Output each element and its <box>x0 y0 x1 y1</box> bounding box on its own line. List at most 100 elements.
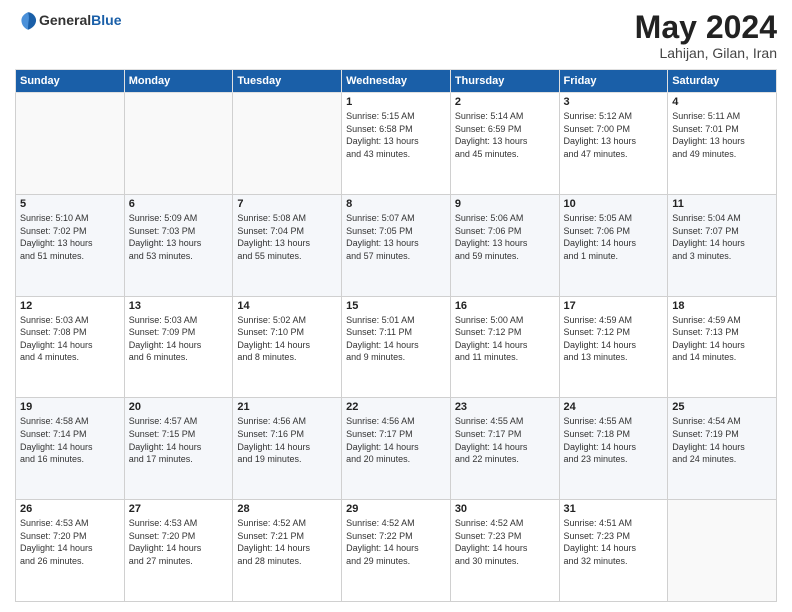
calendar-cell: 4 Sunrise: 5:11 AM Sunset: 7:01 PM Daylig… <box>668 93 777 195</box>
day-info: Sunrise: 4:54 AM Sunset: 7:19 PM Dayligh… <box>672 415 772 465</box>
header: GeneralBlue May 2024 Lahijan, Gilan, Ira… <box>15 10 777 61</box>
calendar-cell: 31Sunrise: 4:51 AM Sunset: 7:23 PM Dayli… <box>559 500 668 602</box>
calendar-cell: 13 Sunrise: 5:03 AM Sunset: 7:09 PM Dayli… <box>124 296 233 398</box>
day-info: Sunrise: 4:53 AM Sunset: 7:20 PM Dayligh… <box>20 517 120 567</box>
calendar-cell: 24Sunrise: 4:55 AM Sunset: 7:18 PM Dayli… <box>559 398 668 500</box>
calendar-cell: 22 Sunrise: 4:56 AM Sunset: 7:17 PM Dayli… <box>342 398 451 500</box>
day-number: 19 <box>20 401 120 413</box>
day-number: 8 <box>346 198 446 210</box>
day-info: Sunrise: 5:04 AM Sunset: 7:07 PM Dayligh… <box>672 212 772 262</box>
day-info: Sunrise: 4:56 AM Sunset: 7:17 PM Dayligh… <box>346 415 446 465</box>
day-info: Sunrise: 5:07 AM Sunset: 7:05 PM Dayligh… <box>346 212 446 262</box>
calendar-cell: 2 Sunrise: 5:14 AM Sunset: 6:59 PM Daylig… <box>450 93 559 195</box>
day-number: 22 <box>346 401 446 413</box>
day-info: Sunrise: 4:52 AM Sunset: 7:21 PM Dayligh… <box>237 517 337 567</box>
day-number: 18 <box>672 300 772 312</box>
day-number: 24 <box>564 401 664 413</box>
calendar-title: May 2024 <box>635 10 777 45</box>
calendar-table: SundayMondayTuesdayWednesdayThursdayFrid… <box>15 69 777 602</box>
day-number: 17 <box>564 300 664 312</box>
calendar-cell: 18Sunrise: 4:59 AM Sunset: 7:13 PM Dayli… <box>668 296 777 398</box>
calendar-cell: 17 Sunrise: 4:59 AM Sunset: 7:12 PM Dayli… <box>559 296 668 398</box>
day-info: Sunrise: 5:00 AM Sunset: 7:12 PM Dayligh… <box>455 314 555 364</box>
day-info: Sunrise: 5:15 AM Sunset: 6:58 PM Dayligh… <box>346 110 446 160</box>
calendar-cell: 23Sunrise: 4:55 AM Sunset: 7:17 PM Dayli… <box>450 398 559 500</box>
week-row-4: 26 Sunrise: 4:53 AM Sunset: 7:20 PM Dayli… <box>16 500 777 602</box>
day-info: Sunrise: 5:01 AM Sunset: 7:11 PM Dayligh… <box>346 314 446 364</box>
weekday-header-row: SundayMondayTuesdayWednesdayThursdayFrid… <box>16 70 777 93</box>
weekday-header-friday: Friday <box>559 70 668 93</box>
calendar-cell: 7 Sunrise: 5:08 AM Sunset: 7:04 PM Daylig… <box>233 194 342 296</box>
day-number: 7 <box>237 198 337 210</box>
day-info: Sunrise: 5:03 AM Sunset: 7:08 PM Dayligh… <box>20 314 120 364</box>
day-info: Sunrise: 5:05 AM Sunset: 7:06 PM Dayligh… <box>564 212 664 262</box>
calendar-cell: 29 Sunrise: 4:52 AM Sunset: 7:22 PM Dayli… <box>342 500 451 602</box>
day-number: 14 <box>237 300 337 312</box>
logo-blue-text: Blue <box>91 12 121 28</box>
day-number: 29 <box>346 503 446 515</box>
week-row-3: 19 Sunrise: 4:58 AM Sunset: 7:14 PM Dayli… <box>16 398 777 500</box>
day-info: Sunrise: 5:12 AM Sunset: 7:00 PM Dayligh… <box>564 110 664 160</box>
weekday-header-thursday: Thursday <box>450 70 559 93</box>
day-number: 21 <box>237 401 337 413</box>
calendar-cell: 10 Sunrise: 5:05 AM Sunset: 7:06 PM Dayli… <box>559 194 668 296</box>
day-number: 9 <box>455 198 555 210</box>
day-info: Sunrise: 5:02 AM Sunset: 7:10 PM Dayligh… <box>237 314 337 364</box>
day-info: Sunrise: 4:56 AM Sunset: 7:16 PM Dayligh… <box>237 415 337 465</box>
day-info: Sunrise: 4:51 AM Sunset: 7:23 PM Dayligh… <box>564 517 664 567</box>
day-number: 30 <box>455 503 555 515</box>
day-number: 13 <box>129 300 229 312</box>
day-number: 11 <box>672 198 772 210</box>
calendar-cell: 19 Sunrise: 4:58 AM Sunset: 7:14 PM Dayli… <box>16 398 125 500</box>
weekday-header-tuesday: Tuesday <box>233 70 342 93</box>
day-number: 6 <box>129 198 229 210</box>
day-info: Sunrise: 5:14 AM Sunset: 6:59 PM Dayligh… <box>455 110 555 160</box>
day-info: Sunrise: 5:08 AM Sunset: 7:04 PM Dayligh… <box>237 212 337 262</box>
calendar-cell: 9 Sunrise: 5:06 AM Sunset: 7:06 PM Daylig… <box>450 194 559 296</box>
day-info: Sunrise: 4:53 AM Sunset: 7:20 PM Dayligh… <box>129 517 229 567</box>
day-info: Sunrise: 5:03 AM Sunset: 7:09 PM Dayligh… <box>129 314 229 364</box>
calendar-cell: 25Sunrise: 4:54 AM Sunset: 7:19 PM Dayli… <box>668 398 777 500</box>
logo-icon <box>17 10 39 32</box>
weekday-header-monday: Monday <box>124 70 233 93</box>
weekday-header-saturday: Saturday <box>668 70 777 93</box>
day-number: 4 <box>672 96 772 108</box>
day-info: Sunrise: 4:57 AM Sunset: 7:15 PM Dayligh… <box>129 415 229 465</box>
day-info: Sunrise: 4:52 AM Sunset: 7:22 PM Dayligh… <box>346 517 446 567</box>
day-info: Sunrise: 4:52 AM Sunset: 7:23 PM Dayligh… <box>455 517 555 567</box>
day-info: Sunrise: 5:06 AM Sunset: 7:06 PM Dayligh… <box>455 212 555 262</box>
weekday-header-wednesday: Wednesday <box>342 70 451 93</box>
day-number: 5 <box>20 198 120 210</box>
day-number: 28 <box>237 503 337 515</box>
day-number: 23 <box>455 401 555 413</box>
day-number: 3 <box>564 96 664 108</box>
day-number: 15 <box>346 300 446 312</box>
calendar-cell: 21 Sunrise: 4:56 AM Sunset: 7:16 PM Dayli… <box>233 398 342 500</box>
day-number: 26 <box>20 503 120 515</box>
day-info: Sunrise: 5:09 AM Sunset: 7:03 PM Dayligh… <box>129 212 229 262</box>
calendar-cell: 16Sunrise: 5:00 AM Sunset: 7:12 PM Dayli… <box>450 296 559 398</box>
week-row-2: 12Sunrise: 5:03 AM Sunset: 7:08 PM Dayli… <box>16 296 777 398</box>
day-info: Sunrise: 5:10 AM Sunset: 7:02 PM Dayligh… <box>20 212 120 262</box>
day-info: Sunrise: 4:59 AM Sunset: 7:12 PM Dayligh… <box>564 314 664 364</box>
day-number: 20 <box>129 401 229 413</box>
calendar-cell <box>16 93 125 195</box>
calendar-cell: 5 Sunrise: 5:10 AM Sunset: 7:02 PM Daylig… <box>16 194 125 296</box>
day-number: 2 <box>455 96 555 108</box>
day-number: 1 <box>346 96 446 108</box>
calendar-cell: 28 Sunrise: 4:52 AM Sunset: 7:21 PM Dayli… <box>233 500 342 602</box>
calendar-cell <box>124 93 233 195</box>
calendar-cell: 12Sunrise: 5:03 AM Sunset: 7:08 PM Dayli… <box>16 296 125 398</box>
week-row-1: 5 Sunrise: 5:10 AM Sunset: 7:02 PM Daylig… <box>16 194 777 296</box>
day-number: 10 <box>564 198 664 210</box>
calendar-cell <box>233 93 342 195</box>
calendar-cell: 15 Sunrise: 5:01 AM Sunset: 7:11 PM Dayli… <box>342 296 451 398</box>
page: GeneralBlue May 2024 Lahijan, Gilan, Ira… <box>0 0 792 612</box>
day-number: 27 <box>129 503 229 515</box>
day-info: Sunrise: 4:58 AM Sunset: 7:14 PM Dayligh… <box>20 415 120 465</box>
day-info: Sunrise: 5:11 AM Sunset: 7:01 PM Dayligh… <box>672 110 772 160</box>
calendar-cell: 8 Sunrise: 5:07 AM Sunset: 7:05 PM Daylig… <box>342 194 451 296</box>
calendar-cell: 30 Sunrise: 4:52 AM Sunset: 7:23 PM Dayli… <box>450 500 559 602</box>
calendar-cell: 14 Sunrise: 5:02 AM Sunset: 7:10 PM Dayli… <box>233 296 342 398</box>
week-row-0: 1 Sunrise: 5:15 AM Sunset: 6:58 PM Daylig… <box>16 93 777 195</box>
